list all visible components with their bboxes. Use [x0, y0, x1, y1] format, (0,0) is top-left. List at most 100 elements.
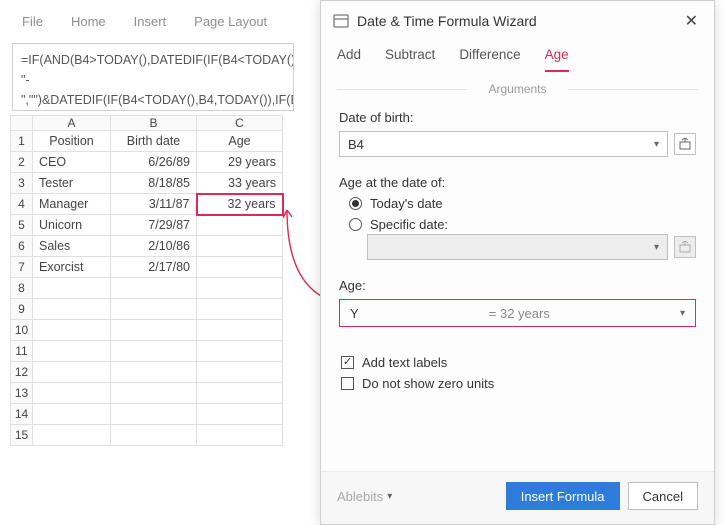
cell[interactable]: [197, 215, 283, 236]
row-header[interactable]: 6: [11, 236, 33, 257]
col-header-c[interactable]: C: [197, 116, 283, 131]
cell[interactable]: Age: [197, 131, 283, 152]
cell[interactable]: [33, 278, 111, 299]
tab-file[interactable]: File: [22, 14, 43, 29]
cell[interactable]: [33, 425, 111, 446]
insert-formula-button[interactable]: Insert Formula: [506, 482, 620, 510]
formula-bar[interactable]: =IF(AND(B4>TODAY(),DATEDIF(IF(B4<TODAY()…: [12, 43, 294, 111]
age-label: Age:: [339, 278, 696, 293]
cell[interactable]: 29 years: [197, 152, 283, 173]
cell[interactable]: [33, 299, 111, 320]
cell[interactable]: Sales: [33, 236, 111, 257]
age-unit-select[interactable]: Y = 32 years ▾: [339, 299, 696, 327]
radio-icon: [349, 197, 362, 210]
tab-page-layout[interactable]: Page Layout: [194, 14, 267, 29]
cell[interactable]: Unicorn: [33, 215, 111, 236]
row-header[interactable]: 3: [11, 173, 33, 194]
row-header[interactable]: 2: [11, 152, 33, 173]
cell[interactable]: 33 years: [197, 173, 283, 194]
col-header-b[interactable]: B: [111, 116, 197, 131]
row-header[interactable]: 8: [11, 278, 33, 299]
tab-insert[interactable]: Insert: [134, 14, 167, 29]
radio-today-label: Today's date: [370, 196, 443, 211]
select-all-corner[interactable]: [11, 116, 33, 131]
cell[interactable]: [33, 383, 111, 404]
cell-reference-button[interactable]: [674, 133, 696, 155]
cell[interactable]: [111, 320, 197, 341]
cell[interactable]: [197, 383, 283, 404]
chevron-down-icon: ▾: [387, 491, 392, 502]
cell[interactable]: [33, 341, 111, 362]
row-header[interactable]: 11: [11, 341, 33, 362]
close-button[interactable]: ✕: [679, 9, 704, 33]
dob-value: B4: [348, 137, 364, 152]
row-header[interactable]: 9: [11, 299, 33, 320]
date-time-wizard: Date & Time Formula Wizard ✕ Add Subtrac…: [320, 0, 715, 525]
cell[interactable]: [197, 362, 283, 383]
radio-specific[interactable]: Specific date:: [349, 217, 696, 232]
tab-add[interactable]: Add: [337, 47, 361, 72]
dob-input[interactable]: B4 ▾: [339, 131, 668, 157]
cell[interactable]: 8/18/85: [111, 173, 197, 194]
specific-date-input: ▾: [367, 234, 668, 260]
col-header-a[interactable]: A: [33, 116, 111, 131]
cell[interactable]: 7/29/87: [111, 215, 197, 236]
cell[interactable]: [197, 425, 283, 446]
row-header[interactable]: 5: [11, 215, 33, 236]
cell[interactable]: [197, 236, 283, 257]
age-unit-value: Y: [350, 306, 359, 321]
wizard-icon: [333, 13, 349, 29]
cell-selected[interactable]: 32 years: [197, 194, 283, 215]
cell[interactable]: [197, 257, 283, 278]
cell[interactable]: [33, 404, 111, 425]
wizard-tabs: Add Subtract Difference Age: [321, 37, 714, 72]
cell[interactable]: 2/10/86: [111, 236, 197, 257]
cell[interactable]: Birth date: [111, 131, 197, 152]
cell[interactable]: Exorcist: [33, 257, 111, 278]
cell[interactable]: 2/17/80: [111, 257, 197, 278]
checkbox-no-zero-units[interactable]: Do not show zero units: [341, 376, 696, 391]
cell[interactable]: [111, 425, 197, 446]
radio-today[interactable]: Today's date: [349, 196, 696, 211]
age-at-label: Age at the date of:: [339, 175, 696, 190]
row-header[interactable]: 10: [11, 320, 33, 341]
cell[interactable]: [197, 341, 283, 362]
tab-home[interactable]: Home: [71, 14, 106, 29]
row-header[interactable]: 14: [11, 404, 33, 425]
chevron-down-icon: ▾: [654, 139, 659, 150]
tab-age[interactable]: Age: [545, 47, 569, 72]
cell[interactable]: 6/26/89: [111, 152, 197, 173]
cell[interactable]: [197, 278, 283, 299]
cell[interactable]: [33, 362, 111, 383]
cell[interactable]: [111, 383, 197, 404]
tab-difference[interactable]: Difference: [459, 47, 520, 72]
cell[interactable]: [111, 278, 197, 299]
cell[interactable]: [111, 362, 197, 383]
cell[interactable]: 3/11/87: [111, 194, 197, 215]
row-header[interactable]: 4: [11, 194, 33, 215]
dob-label: Date of birth:: [339, 110, 696, 125]
checkbox-add-text-labels[interactable]: Add text labels: [341, 355, 696, 370]
cell[interactable]: Tester: [33, 173, 111, 194]
row-header[interactable]: 7: [11, 257, 33, 278]
cell[interactable]: [111, 341, 197, 362]
cell[interactable]: [111, 404, 197, 425]
cell[interactable]: [111, 299, 197, 320]
cell[interactable]: [197, 299, 283, 320]
cell[interactable]: [197, 404, 283, 425]
row-header[interactable]: 1: [11, 131, 33, 152]
cell[interactable]: [197, 320, 283, 341]
cell[interactable]: Manager: [33, 194, 111, 215]
age-result-preview: = 32 years: [489, 306, 550, 321]
cell[interactable]: CEO: [33, 152, 111, 173]
no-zero-label: Do not show zero units: [362, 376, 494, 391]
brand-menu[interactable]: Ablebits ▾: [337, 489, 392, 504]
cell[interactable]: Position: [33, 131, 111, 152]
cancel-button[interactable]: Cancel: [628, 482, 698, 510]
tab-subtract[interactable]: Subtract: [385, 47, 435, 72]
row-header[interactable]: 13: [11, 383, 33, 404]
arguments-label: Arguments: [337, 82, 698, 96]
row-header[interactable]: 12: [11, 362, 33, 383]
cell[interactable]: [33, 320, 111, 341]
row-header[interactable]: 15: [11, 425, 33, 446]
